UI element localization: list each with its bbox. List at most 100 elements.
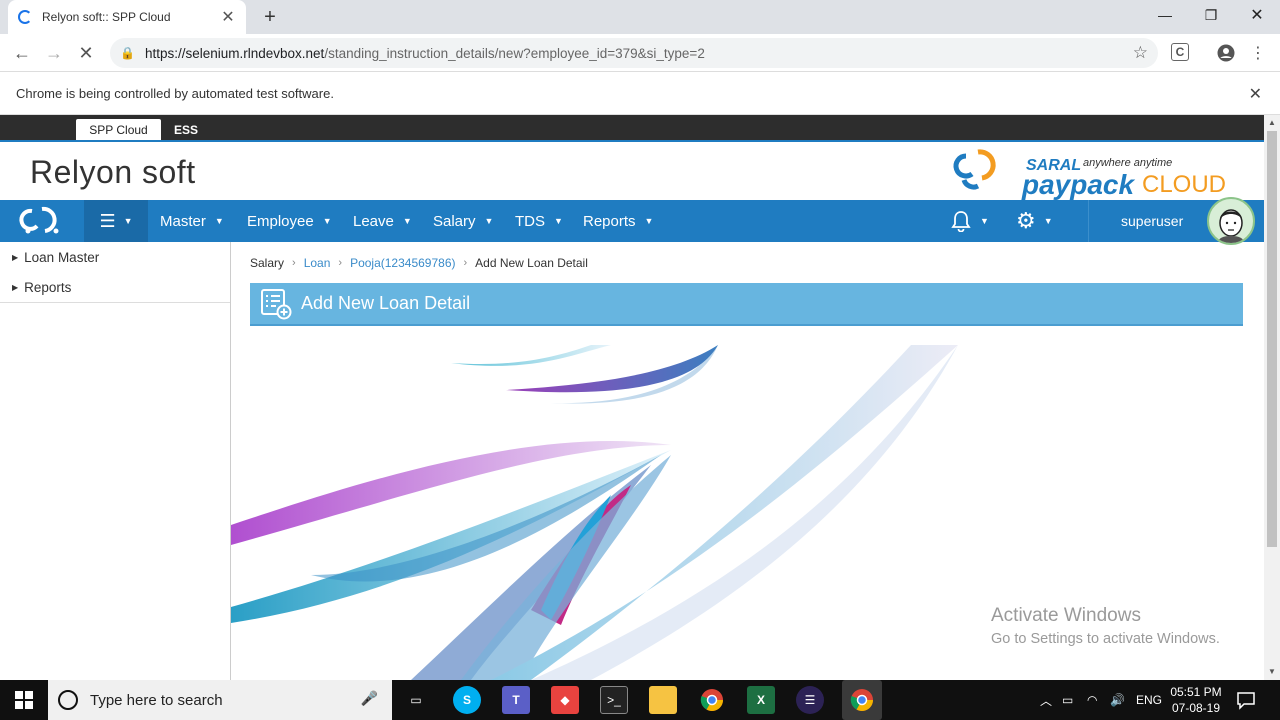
watermark-line1: Activate Windows	[991, 605, 1141, 626]
breadcrumb-current: Add New Loan Detail	[475, 256, 588, 270]
show-hidden-icons-button[interactable]: ︿	[1040, 680, 1052, 720]
terminal-icon[interactable]: >_	[600, 686, 628, 714]
language-indicator[interactable]: ENG	[1136, 680, 1162, 720]
anydesk-icon[interactable]: ◆	[551, 686, 579, 714]
tab-ess[interactable]: ESS	[166, 119, 206, 140]
svg-text:CLOUD: CLOUD	[1142, 171, 1226, 198]
sidebar: ▶ Loan Master ▶ Reports	[0, 242, 231, 680]
sidebar-item-reports[interactable]: ▶ Reports	[0, 272, 230, 302]
system-clock[interactable]: 05:51 PM 07-08-19	[1168, 684, 1224, 716]
menu-leave[interactable]: Leave ▼	[353, 200, 412, 242]
skype-icon[interactable]: S	[453, 686, 481, 714]
profile-icon[interactable]	[1216, 43, 1236, 63]
chevron-right-icon: ›	[292, 257, 296, 269]
browser-menu-icon[interactable]: ⋮	[1248, 43, 1268, 63]
activate-windows-watermark: Activate Windows Go to Settings to activ…	[991, 605, 1220, 647]
task-view-icon[interactable]: ▭	[402, 686, 430, 714]
chevron-down-icon: ▼	[980, 216, 989, 226]
page-scrollbar[interactable]: ▲ ▼	[1264, 115, 1280, 680]
menu-employee[interactable]: Employee ▼	[247, 200, 332, 242]
main-navbar: ☰ ▼ Master ▼ Employee ▼ Leave ▼ Salary ▼ TDS ▼…	[0, 197, 1264, 245]
app-top-tabs: SPP Cloud ESS	[0, 115, 1264, 140]
hamburger-icon: ☰	[99, 210, 116, 231]
user-avatar[interactable]	[1207, 197, 1255, 245]
caret-right-icon: ▶	[12, 282, 19, 292]
loading-spinner-icon	[18, 10, 32, 24]
tab-close-icon[interactable]: ✕	[220, 7, 236, 27]
scroll-down-icon: ▼	[1268, 667, 1276, 676]
browser-tab[interactable]: Relyon soft:: SPP Cloud ✕	[8, 0, 246, 34]
svg-text:anywhere anytime: anywhere anytime	[1083, 157, 1172, 169]
chevron-down-icon: ▼	[554, 216, 563, 226]
windows-taskbar: Type here to search 🎤 ▭ S T ◆ >_ X ☰ ︿ ▭…	[0, 680, 1280, 720]
teams-icon[interactable]: T	[502, 686, 530, 714]
search-placeholder: Type here to search	[90, 691, 223, 709]
scrollbar-thumb[interactable]	[1267, 131, 1277, 547]
stop-loading-button[interactable]: ✕	[74, 41, 98, 65]
saral-paypack-logo[interactable]: SARAL anywhere anytime paypack CLOUD	[952, 144, 1242, 200]
back-button[interactable]: ←	[10, 41, 34, 65]
tab-title: Relyon soft:: SPP Cloud	[42, 10, 171, 24]
svg-text:paypack: paypack	[1021, 169, 1135, 200]
restore-button[interactable]: ❐	[1188, 0, 1234, 30]
username-label[interactable]: superuser	[1121, 200, 1183, 242]
infobar-text: Chrome is being controlled by automated …	[16, 86, 334, 101]
app-home-logo-icon[interactable]	[0, 200, 84, 242]
lock-icon: 🔒	[120, 46, 135, 60]
window-close-button[interactable]: ✕	[1234, 0, 1280, 30]
page-viewport: SPP Cloud ESS Relyon soft SARAL anywhere…	[0, 115, 1264, 680]
notifications-button[interactable]: ▼	[950, 200, 989, 242]
scroll-up-icon: ▲	[1268, 118, 1276, 127]
sidebar-item-loan-master[interactable]: ▶ Loan Master	[0, 242, 230, 272]
caret-right-icon: ▶	[12, 252, 19, 262]
menu-reports[interactable]: Reports ▼	[583, 200, 653, 242]
chrome-icon[interactable]	[698, 686, 726, 714]
chevron-down-icon: ▼	[402, 216, 412, 226]
chrome-active-icon[interactable]	[842, 680, 882, 720]
minimize-button[interactable]: —	[1142, 0, 1188, 30]
chevron-down-icon: ▼	[1043, 216, 1053, 226]
bookmark-star-icon[interactable]: ☆	[1133, 43, 1148, 63]
clock-time: 05:51 PM	[1170, 685, 1222, 699]
extension-icon[interactable]: C	[1171, 43, 1189, 61]
new-tab-button[interactable]: +	[258, 5, 282, 29]
hamburger-menu-button[interactable]: ☰ ▼	[84, 200, 148, 242]
settings-button[interactable]: ⚙ ▼	[1016, 200, 1053, 242]
company-name: Relyon soft	[30, 154, 196, 190]
panel-header: Add New Loan Detail	[250, 283, 1243, 326]
navbar-divider	[1088, 200, 1089, 242]
chevron-right-icon: ›	[463, 257, 468, 269]
breadcrumb-salary[interactable]: Salary	[250, 256, 284, 270]
volume-icon[interactable]: 🔊	[1110, 680, 1125, 720]
action-center-icon[interactable]	[1236, 690, 1256, 710]
breadcrumb-employee[interactable]: Pooja(1234569786)	[350, 256, 455, 270]
forward-button[interactable]: →	[42, 41, 66, 65]
microphone-icon[interactable]: 🎤	[361, 690, 378, 707]
address-bar[interactable]: 🔒 https://selenium.rlndevbox.net/standin…	[110, 38, 1158, 68]
file-explorer-icon[interactable]	[649, 686, 677, 714]
tab-spp-cloud[interactable]: SPP Cloud	[76, 119, 161, 140]
automation-infobar: Chrome is being controlled by automated …	[0, 73, 1280, 115]
watermark-line2: Go to Settings to activate Windows.	[991, 631, 1220, 647]
chevron-down-icon: ▼	[123, 216, 133, 226]
clock-date: 07-08-19	[1171, 701, 1221, 715]
menu-master[interactable]: Master ▼	[160, 200, 224, 242]
gears-icon: ⚙	[1016, 208, 1036, 233]
sidebar-divider	[0, 302, 230, 303]
excel-icon[interactable]: X	[747, 686, 775, 714]
brand-bar: Relyon soft SARAL anywhere anytime paypa…	[0, 140, 1264, 200]
menu-salary[interactable]: Salary ▼	[433, 200, 493, 242]
breadcrumb: Salary › Loan › Pooja(1234569786) › Add …	[250, 256, 588, 270]
start-button[interactable]	[0, 680, 48, 720]
wifi-icon[interactable]: ◠	[1087, 680, 1097, 720]
taskbar-search-box[interactable]: Type here to search 🎤	[48, 680, 392, 720]
breadcrumb-loan[interactable]: Loan	[304, 256, 331, 270]
bell-icon	[951, 211, 971, 232]
chevron-down-icon: ▼	[322, 216, 332, 226]
menu-tds[interactable]: TDS ▼	[515, 200, 563, 242]
battery-icon[interactable]: ▭	[1062, 680, 1073, 720]
eclipse-icon[interactable]: ☰	[796, 686, 824, 714]
panel-title: Add New Loan Detail	[301, 293, 471, 313]
infobar-close-icon[interactable]: ✕	[1249, 84, 1262, 104]
list-add-icon	[261, 288, 292, 319]
